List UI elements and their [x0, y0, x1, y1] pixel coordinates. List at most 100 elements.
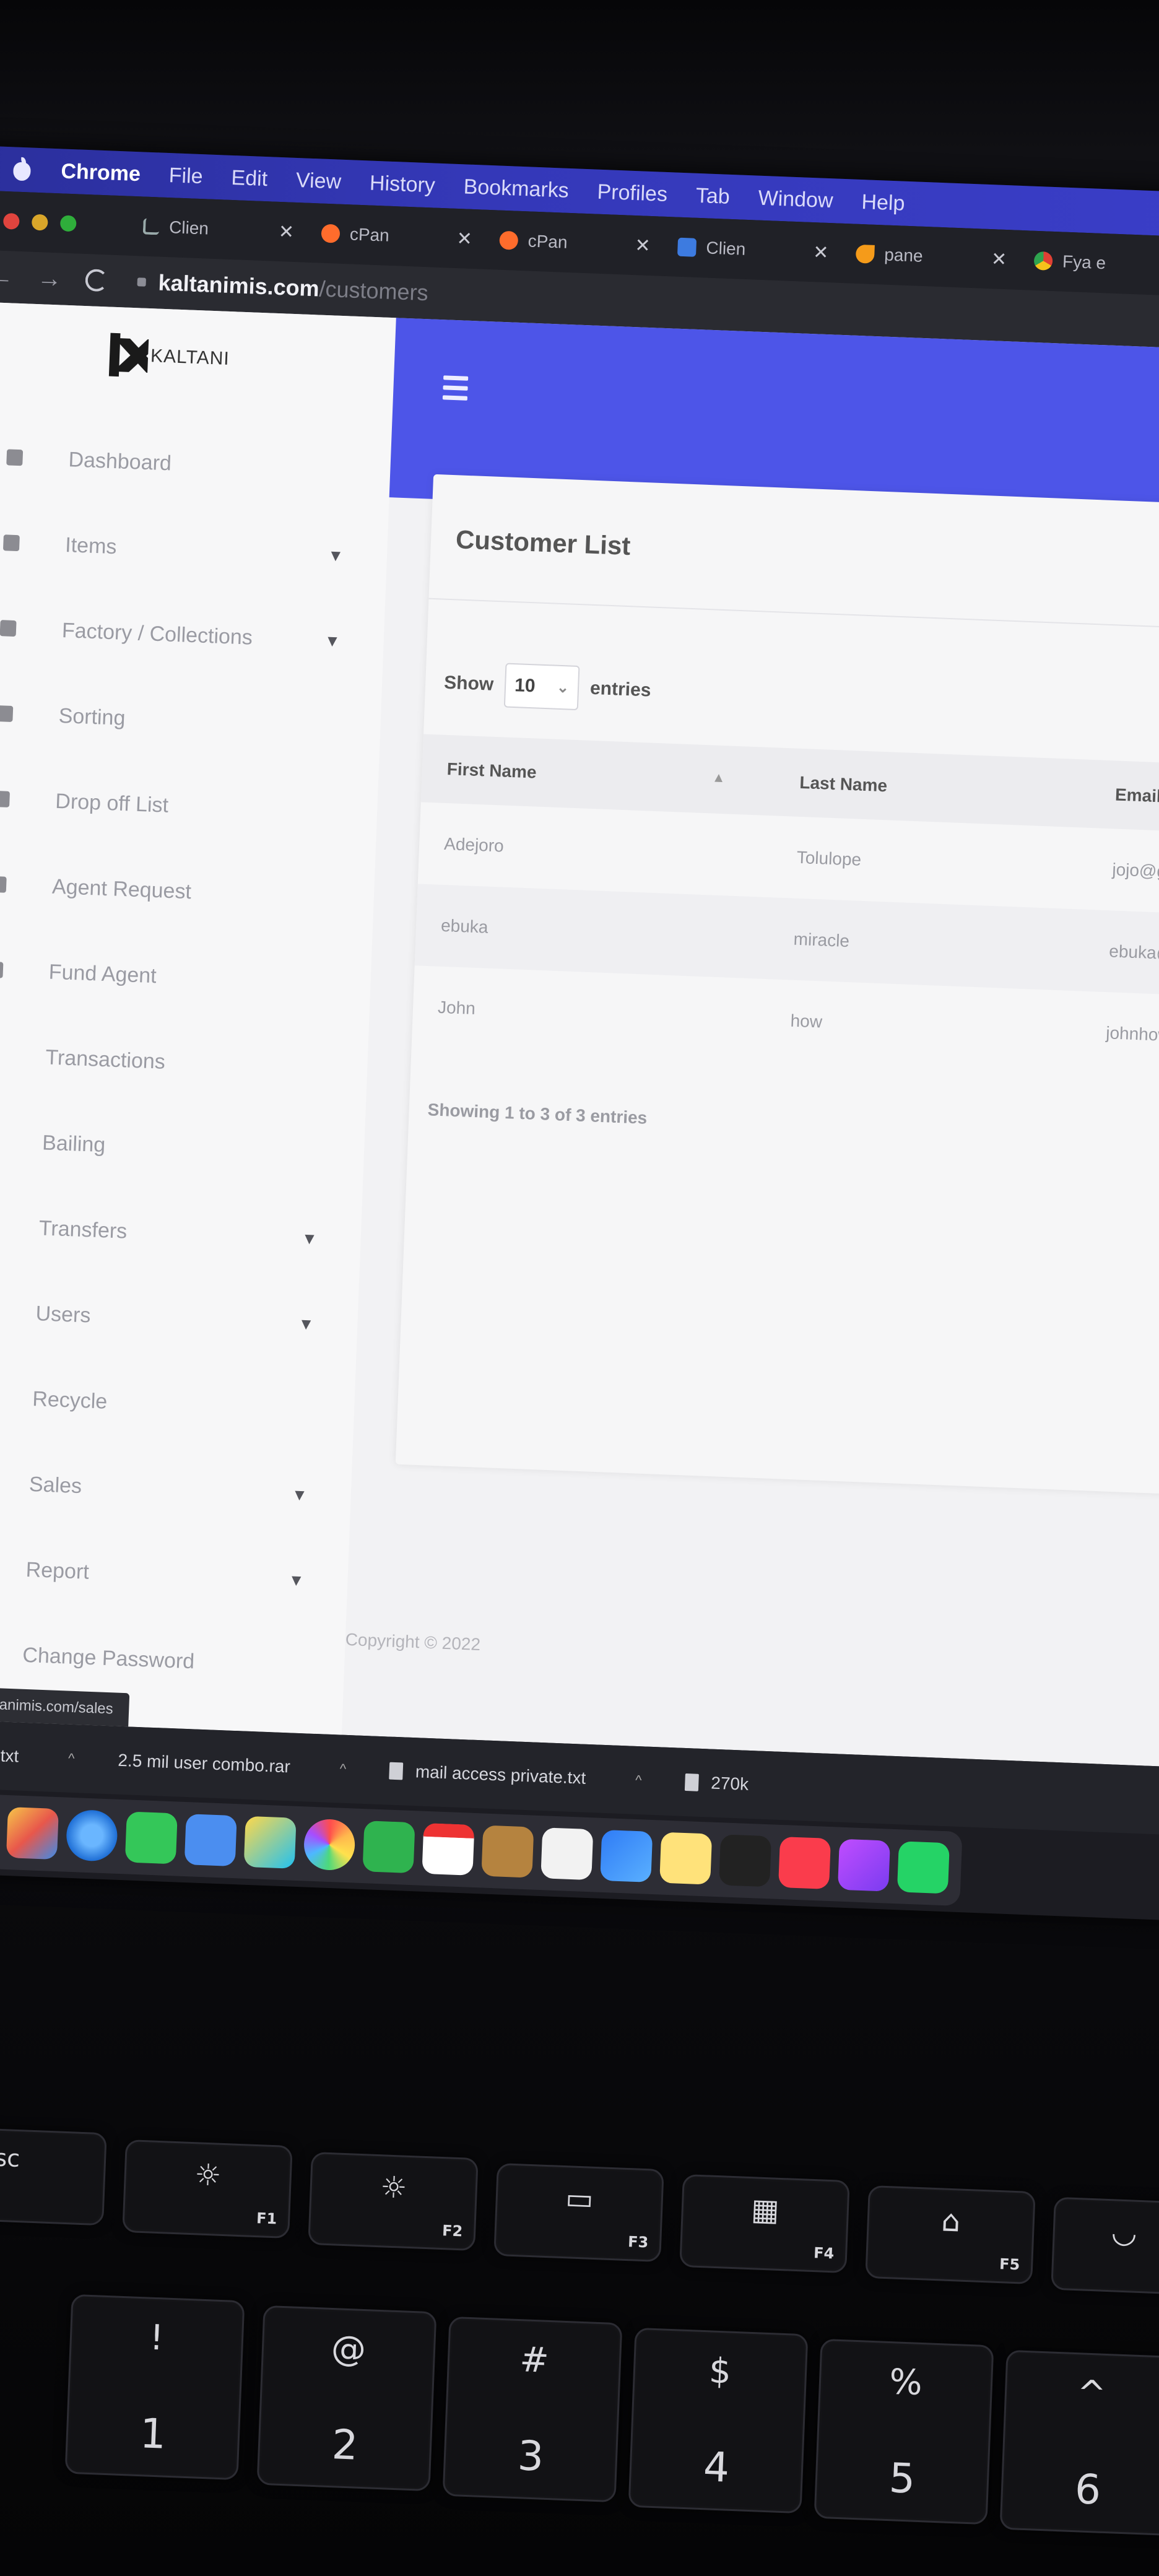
- key-f3[interactable]: ▭ F3: [493, 2162, 664, 2263]
- facetime-icon[interactable]: [362, 1821, 415, 1874]
- sidebar-item-label: Users: [35, 1301, 92, 1328]
- forward-arrow-icon[interactable]: →: [37, 264, 63, 294]
- download-item[interactable]: 2.5 mil user combo.rar ^: [118, 1751, 347, 1779]
- calendar-icon[interactable]: [422, 1822, 475, 1876]
- reminders-icon[interactable]: [540, 1827, 594, 1881]
- whatsapp-icon[interactable]: [896, 1841, 950, 1894]
- browser-tab[interactable]: cPan ✕: [310, 214, 484, 258]
- brightness-down-icon: ☼: [194, 2157, 222, 2193]
- document-icon: [389, 1762, 404, 1780]
- key-f1[interactable]: ☼ F1: [122, 2139, 293, 2239]
- key-f2[interactable]: ☼ F2: [308, 2151, 479, 2252]
- download-item[interactable]: 270k: [684, 1772, 749, 1795]
- safari-icon[interactable]: [65, 1809, 118, 1862]
- sidebar-item-recycle[interactable]: Recycle: [0, 1352, 356, 1454]
- kaltani-logo[interactable]: KALTANI: [109, 333, 230, 381]
- freeform-icon[interactable]: [600, 1829, 653, 1882]
- back-arrow-icon[interactable]: ←: [0, 263, 14, 292]
- download-item[interactable]: 700k.txt ^: [0, 1743, 75, 1769]
- sidebar-item-agent-request[interactable]: Agent Request: [0, 840, 375, 941]
- key-label: F3: [627, 2233, 649, 2252]
- sidebar-item-items[interactable]: Items ▼: [0, 498, 389, 600]
- close-tab-icon[interactable]: ✕: [813, 242, 829, 264]
- apple-icon[interactable]: [11, 157, 33, 182]
- music-icon[interactable]: [778, 1836, 831, 1890]
- browser-tab[interactable]: Clien ✕: [131, 207, 306, 251]
- column-header-first-name[interactable]: First Name ▲: [422, 758, 744, 790]
- url-field[interactable]: kaltanimis.com/customers: [131, 269, 428, 306]
- sidebar-item-sorting[interactable]: Sorting: [0, 669, 382, 770]
- cell-email: jojo@g: [1111, 859, 1159, 881]
- key-3[interactable]: # 3: [442, 2316, 623, 2503]
- hamburger-menu-icon[interactable]: [442, 375, 469, 406]
- menu-app-name[interactable]: Chrome: [61, 159, 141, 186]
- sidebar-item-fund-agent[interactable]: Fund Agent: [0, 925, 372, 1027]
- menu-help[interactable]: Help: [861, 190, 905, 216]
- sidebar-item-label: Items: [64, 533, 118, 559]
- sidebar-item-label: Fund Agent: [48, 960, 157, 988]
- sidebar-item-drop-off-list[interactable]: Drop off List: [0, 754, 379, 856]
- minimize-window-button[interactable]: [31, 214, 48, 231]
- menu-view[interactable]: View: [295, 168, 341, 194]
- close-tab-icon[interactable]: ✕: [456, 227, 472, 250]
- column-header-last-name[interactable]: Last Name: [744, 770, 1091, 803]
- sidebar-item-transactions[interactable]: Transactions: [0, 1011, 369, 1112]
- close-tab-icon[interactable]: ✕: [991, 248, 1007, 271]
- menu-window[interactable]: Window: [758, 186, 833, 213]
- sidebar-item-report[interactable]: Report ▼: [0, 1523, 349, 1624]
- key-f6[interactable]: ◡: [1051, 2196, 1159, 2295]
- key-1[interactable]: ! 1: [64, 2294, 245, 2481]
- caret-down-icon: ▼: [291, 1484, 308, 1504]
- menu-bookmarks[interactable]: Bookmarks: [463, 175, 569, 202]
- document-icon: [684, 1773, 699, 1791]
- key-4[interactable]: $ 4: [628, 2327, 809, 2514]
- entries-length-control: Show 10 ⌄ entries: [443, 661, 652, 713]
- sidebar-item-dashboard[interactable]: Dashboard: [0, 413, 392, 515]
- maps-icon[interactable]: [243, 1816, 297, 1869]
- menu-edit[interactable]: Edit: [231, 165, 268, 191]
- podcasts-icon[interactable]: [837, 1838, 890, 1892]
- contacts-icon[interactable]: [481, 1825, 534, 1878]
- menu-profiles[interactable]: Profiles: [597, 180, 668, 206]
- launchpad-icon[interactable]: [6, 1807, 59, 1860]
- browser-tab[interactable]: cPan ✕: [488, 221, 662, 265]
- notes-icon[interactable]: [659, 1832, 713, 1885]
- close-tab-icon[interactable]: ✕: [278, 220, 294, 243]
- menu-history[interactable]: History: [369, 171, 435, 198]
- apple-tv-icon[interactable]: [719, 1834, 772, 1887]
- sidebar-item-users[interactable]: Users ▼: [0, 1267, 359, 1368]
- chevron-up-icon[interactable]: ^: [339, 1761, 346, 1777]
- sidebar-item-factory-collections[interactable]: Factory / Collections ▼: [0, 583, 385, 685]
- key-digit: 1: [139, 2409, 167, 2458]
- close-window-button[interactable]: [2, 212, 20, 230]
- sidebar-item-transfers[interactable]: Transfers ▼: [0, 1181, 362, 1283]
- browser-tab[interactable]: Fya e ✕: [1022, 242, 1159, 285]
- zoom-window-button[interactable]: [59, 215, 77, 232]
- sidebar-item-label: Change Password: [22, 1643, 195, 1673]
- reload-icon[interactable]: [85, 268, 108, 292]
- key-digit: 4: [702, 2443, 731, 2492]
- column-header-email[interactable]: Email: [1090, 784, 1159, 811]
- menu-tab[interactable]: Tab: [695, 183, 730, 209]
- mail-icon[interactable]: [184, 1814, 237, 1867]
- download-item[interactable]: mail access private.txt ^: [389, 1761, 642, 1791]
- browser-tab[interactable]: pane ✕: [844, 235, 1018, 279]
- key-esc[interactable]: esc: [0, 2127, 107, 2226]
- entries-select[interactable]: 10 ⌄: [503, 663, 580, 711]
- key-5[interactable]: % 5: [814, 2338, 994, 2525]
- key-f5[interactable]: ⌂ F5: [865, 2185, 1036, 2285]
- key-2[interactable]: @ 2: [256, 2305, 437, 2492]
- cell-first-name: ebuka: [440, 915, 489, 937]
- footer-copyright: Copyright © 2022: [345, 1629, 481, 1655]
- key-6[interactable]: ^ 6: [999, 2349, 1159, 2536]
- browser-tab[interactable]: Clien ✕: [666, 228, 840, 272]
- close-tab-icon[interactable]: ✕: [635, 235, 651, 257]
- sidebar-item-bailing[interactable]: Bailing: [0, 1096, 366, 1198]
- sidebar-item-sales[interactable]: Sales ▼: [0, 1437, 352, 1539]
- key-f4[interactable]: ▦ F4: [679, 2174, 850, 2274]
- chevron-up-icon[interactable]: ^: [68, 1751, 75, 1767]
- chevron-up-icon[interactable]: ^: [635, 1772, 642, 1788]
- photos-icon[interactable]: [303, 1818, 356, 1871]
- messages-icon[interactable]: [124, 1811, 178, 1865]
- menu-file[interactable]: File: [168, 163, 203, 189]
